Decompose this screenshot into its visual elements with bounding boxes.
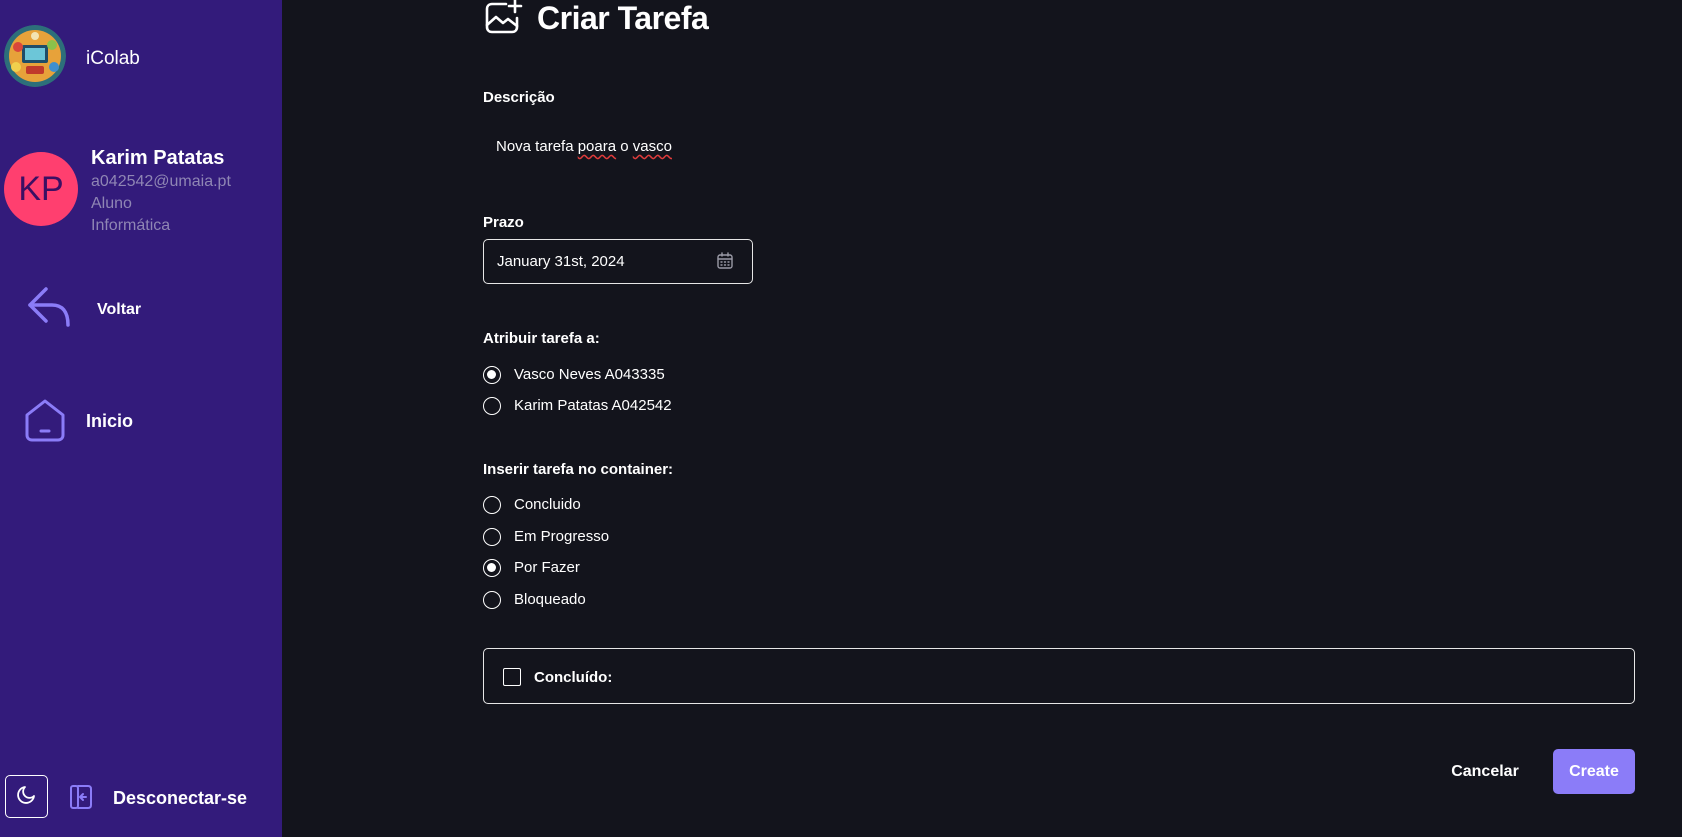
container-option-label: Em Progresso	[514, 528, 610, 545]
description-text-part1: Nova tarefa	[496, 138, 578, 155]
user-email: a042542@umaia.pt	[91, 173, 231, 190]
completed-label: Concluído:	[534, 669, 613, 686]
reply-arrow-icon	[26, 285, 74, 334]
description-field[interactable]: Nova tarefa poara o vasco	[496, 138, 672, 155]
assign-option-label: Karim Patatas A042542	[514, 397, 672, 414]
completed-checkbox[interactable]	[503, 668, 521, 686]
container-option-label: Concluido	[514, 496, 581, 513]
logout-icon	[68, 783, 94, 816]
nav-back-label: Voltar	[97, 301, 142, 318]
app-name: iColab	[86, 48, 140, 69]
moon-icon	[16, 783, 38, 810]
radio-button[interactable]	[483, 397, 501, 415]
theme-toggle-button[interactable]	[5, 775, 48, 818]
container-label: Inserir tarefa no container:	[483, 461, 674, 478]
user-name: Karim Patatas	[91, 147, 225, 169]
description-text-part3: vasco	[632, 138, 672, 155]
create-button[interactable]: Create	[1553, 749, 1635, 794]
logout-label: Desconectar-se	[113, 788, 248, 808]
description-label: Descrição	[483, 89, 555, 106]
home-icon	[22, 397, 68, 448]
assign-label: Atribuir tarefa a:	[483, 330, 600, 347]
container-option-label: Bloqueado	[514, 591, 586, 608]
calendar-icon	[716, 252, 734, 275]
avatar: KP	[4, 152, 78, 226]
deadline-value: January 31st, 2024	[497, 253, 625, 270]
radio-button[interactable]	[483, 496, 501, 514]
app-logo	[4, 25, 66, 87]
container-option-label: Por Fazer	[514, 559, 580, 576]
radio-button-checked[interactable]	[483, 366, 501, 384]
nav-home-label: Inicio	[86, 411, 134, 431]
sidebar: iColab KP Karim Patatas a042542@umaia.pt…	[0, 0, 282, 837]
cancel-button[interactable]: Cancelar	[1440, 750, 1530, 794]
radio-button-checked[interactable]	[483, 559, 501, 577]
nav-back-button[interactable]: Voltar	[26, 285, 256, 335]
assign-option-label: Vasco Neves A043335	[514, 366, 665, 383]
add-image-icon	[484, 0, 524, 41]
completed-field: Concluído:	[483, 648, 1635, 704]
user-department: Informática	[91, 217, 171, 234]
user-role: Aluno	[91, 195, 132, 212]
description-text-part2: o	[616, 138, 633, 155]
deadline-label: Prazo	[483, 214, 524, 231]
radio-button[interactable]	[483, 591, 501, 609]
deadline-date-picker[interactable]: January 31st, 2024	[483, 239, 753, 284]
radio-button[interactable]	[483, 528, 501, 546]
nav-home-button[interactable]: Inicio	[22, 397, 252, 447]
description-misspelled-word: poara	[577, 138, 617, 155]
page-title: Criar Tarefa	[537, 0, 709, 36]
